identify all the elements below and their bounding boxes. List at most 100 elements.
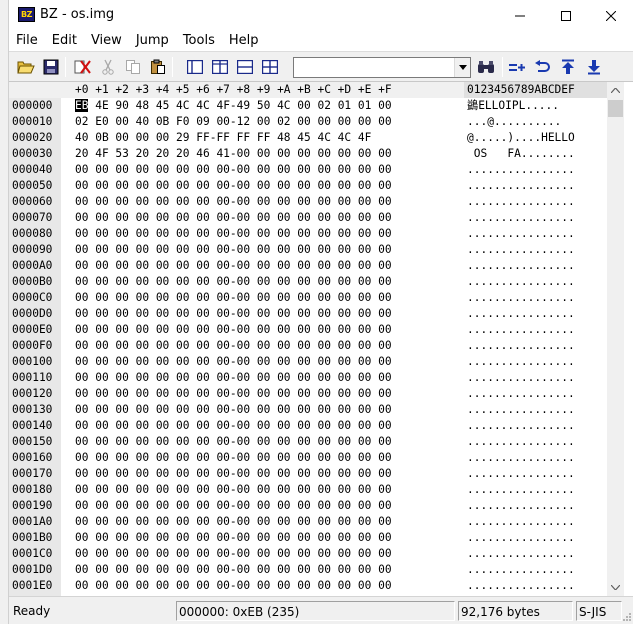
- row-hex-bytes[interactable]: 00 00 00 00 00 00 00 00-00 00 00 00 00 0…: [75, 402, 392, 418]
- vertical-scrollbar[interactable]: [607, 82, 624, 596]
- paste-button[interactable]: [147, 57, 169, 77]
- row-ascii-text[interactable]: @.....)....HELLO: [467, 130, 575, 146]
- row-ascii-text[interactable]: 鷁ELLOIPL.....: [467, 98, 559, 114]
- cut-marked-button[interactable]: [72, 57, 94, 77]
- row-ascii-text[interactable]: ................: [467, 578, 575, 594]
- maximize-button[interactable]: [543, 0, 589, 31]
- row-hex-bytes[interactable]: 00 00 00 00 00 00 00 00-00 00 00 00 00 0…: [75, 178, 392, 194]
- bz-app-icon[interactable]: BZ: [18, 7, 35, 22]
- row-ascii-text[interactable]: ................: [467, 162, 575, 178]
- row-ascii-text[interactable]: ................: [467, 210, 575, 226]
- row-ascii-text[interactable]: ................: [467, 386, 575, 402]
- row-hex-bytes[interactable]: 00 00 00 00 00 00 00 00-00 00 00 00 00 0…: [75, 290, 392, 306]
- combo-dropdown-button[interactable]: [454, 58, 470, 77]
- row-hex-bytes[interactable]: 00 00 00 00 00 00 00 00-00 00 00 00 00 0…: [75, 498, 392, 514]
- row-ascii-text[interactable]: ................: [467, 354, 575, 370]
- row-hex-bytes[interactable]: 00 00 00 00 00 00 00 00-00 00 00 00 00 0…: [75, 210, 392, 226]
- row-hex-bytes[interactable]: 00 00 00 00 00 00 00 00-00 00 00 00 00 0…: [75, 450, 392, 466]
- row-hex-bytes[interactable]: 00 00 00 00 00 00 00 00-00 00 00 00 00 0…: [75, 434, 392, 450]
- row-hex-bytes[interactable]: 02 E0 00 40 0B F0 09 00-12 00 02 00 00 0…: [75, 114, 392, 130]
- row-ascii-text[interactable]: ................: [467, 562, 575, 578]
- row-hex-bytes[interactable]: 00 00 00 00 00 00 00 00-00 00 00 00 00 0…: [75, 322, 392, 338]
- back-button[interactable]: [531, 57, 553, 77]
- menu-file[interactable]: File: [9, 31, 45, 51]
- row-ascii-text[interactable]: ...@..........: [467, 114, 561, 130]
- row-ascii-text[interactable]: ................: [467, 514, 575, 530]
- row-hex-bytes[interactable]: 00 00 00 00 00 00 00 00-00 00 00 00 00 0…: [75, 162, 392, 178]
- row-hex-bytes[interactable]: 00 00 00 00 00 00 00 00-00 00 00 00 00 0…: [75, 418, 392, 434]
- menu-jump[interactable]: Jump: [129, 31, 176, 51]
- view-single-button[interactable]: [184, 57, 206, 77]
- row-hex-bytes[interactable]: 00 00 00 00 00 00 00 00-00 00 00 00 00 0…: [75, 386, 392, 402]
- row-hex-bytes[interactable]: 00 00 00 00 00 00 00 00-00 00 00 00 00 0…: [75, 338, 392, 354]
- row-ascii-text[interactable]: ................: [467, 530, 575, 546]
- row-ascii-text[interactable]: ................: [467, 498, 575, 514]
- row-hex-bytes[interactable]: 00 00 00 00 00 00 00 00-00 00 00 00 00 0…: [75, 514, 392, 530]
- row-address: 000060: [12, 195, 53, 208]
- cursor-byte[interactable]: EB: [75, 99, 89, 112]
- row-ascii-text[interactable]: ................: [467, 242, 575, 258]
- row-hex-bytes[interactable]: 00 00 00 00 00 00 00 00-00 00 00 00 00 0…: [75, 466, 392, 482]
- minimize-button[interactable]: [497, 0, 543, 31]
- row-ascii-text[interactable]: ................: [467, 546, 575, 562]
- menu-view[interactable]: View: [84, 31, 129, 51]
- jump-bottom-button[interactable]: [583, 57, 605, 77]
- row-hex-bytes[interactable]: 00 00 00 00 00 00 00 00-00 00 00 00 00 0…: [75, 546, 392, 562]
- row-hex-bytes[interactable]: 00 00 00 00 00 00 00 00-00 00 00 00 00 0…: [75, 354, 392, 370]
- row-ascii-text[interactable]: ................: [467, 322, 575, 338]
- view-split-vertical-button[interactable]: [209, 57, 231, 77]
- find-button[interactable]: [475, 57, 497, 77]
- scroll-thumb[interactable]: [608, 100, 623, 117]
- row-ascii-text[interactable]: OS FA........: [467, 146, 575, 162]
- row-ascii-text[interactable]: ................: [467, 178, 575, 194]
- search-combo[interactable]: [293, 57, 471, 78]
- row-hex-bytes[interactable]: 20 4F 53 20 20 20 46 41-00 00 00 00 00 0…: [75, 146, 392, 162]
- row-ascii-text[interactable]: ................: [467, 258, 575, 274]
- row-ascii-text[interactable]: ................: [467, 194, 575, 210]
- row-hex-bytes[interactable]: 00 00 00 00 00 00 00 00-00 00 00 00 00 0…: [75, 274, 392, 290]
- row-hex-bytes[interactable]: 00 00 00 00 00 00 00 00-00 00 00 00 00 0…: [75, 370, 392, 386]
- row-hex-bytes[interactable]: 00 00 00 00 00 00 00 00-00 00 00 00 00 0…: [75, 258, 392, 274]
- row-ascii-text[interactable]: ................: [467, 290, 575, 306]
- menu-tools[interactable]: Tools: [176, 31, 222, 51]
- menu-edit[interactable]: Edit: [45, 31, 84, 51]
- row-hex-bytes[interactable]: 00 00 00 00 00 00 00 00-00 00 00 00 00 0…: [75, 530, 392, 546]
- row-ascii-text[interactable]: ................: [467, 450, 575, 466]
- copy-button[interactable]: [122, 57, 144, 77]
- row-hex-bytes[interactable]: EB 4E 90 48 45 4C 4C 4F-49 50 4C 00 02 0…: [75, 98, 392, 114]
- resize-grip-icon[interactable]: [622, 612, 632, 622]
- status-encoding[interactable]: S-JIS: [576, 601, 622, 621]
- row-ascii-text[interactable]: ................: [467, 482, 575, 498]
- open-button[interactable]: [15, 57, 37, 77]
- row-ascii-text[interactable]: ................: [467, 466, 575, 482]
- row-address: 000120: [12, 387, 53, 400]
- save-button[interactable]: [40, 57, 62, 77]
- view-split-horizontal-button[interactable]: [234, 57, 256, 77]
- hex-view[interactable]: +0 +1 +2 +3 +4 +5 +6 +7 +8 +9 +A +B +C +…: [9, 82, 620, 596]
- close-button[interactable]: [588, 0, 633, 31]
- jump-top-button[interactable]: [557, 57, 579, 77]
- row-hex-bytes[interactable]: 00 00 00 00 00 00 00 00-00 00 00 00 00 0…: [75, 194, 392, 210]
- row-ascii-text[interactable]: ................: [467, 418, 575, 434]
- row-hex-bytes[interactable]: 00 00 00 00 00 00 00 00-00 00 00 00 00 0…: [75, 578, 392, 594]
- row-ascii-text[interactable]: ................: [467, 306, 575, 322]
- title-bar[interactable]: BZ BZ - os.img: [9, 0, 633, 31]
- row-ascii-text[interactable]: ................: [467, 370, 575, 386]
- view-compare-button[interactable]: [259, 57, 281, 77]
- row-hex-bytes[interactable]: 00 00 00 00 00 00 00 00-00 00 00 00 00 0…: [75, 226, 392, 242]
- scroll-down-button[interactable]: [607, 579, 624, 596]
- row-hex-bytes[interactable]: 00 00 00 00 00 00 00 00-00 00 00 00 00 0…: [75, 482, 392, 498]
- goto-button[interactable]: [506, 57, 528, 77]
- row-hex-bytes[interactable]: 00 00 00 00 00 00 00 00-00 00 00 00 00 0…: [75, 306, 392, 322]
- row-hex-bytes[interactable]: 40 0B 00 00 00 29 FF-FF FF FF 48 45 4C 4…: [75, 130, 371, 146]
- cut-button[interactable]: [97, 57, 119, 77]
- row-ascii-text[interactable]: ................: [467, 338, 575, 354]
- row-ascii-text[interactable]: ................: [467, 434, 575, 450]
- scroll-up-button[interactable]: [607, 82, 624, 99]
- row-hex-bytes[interactable]: 00 00 00 00 00 00 00 00-00 00 00 00 00 0…: [75, 242, 392, 258]
- menu-help[interactable]: Help: [222, 31, 266, 51]
- row-hex-bytes[interactable]: 00 00 00 00 00 00 00 00-00 00 00 00 00 0…: [75, 562, 392, 578]
- row-ascii-text[interactable]: ................: [467, 402, 575, 418]
- row-ascii-text[interactable]: ................: [467, 226, 575, 242]
- row-ascii-text[interactable]: ................: [467, 274, 575, 290]
